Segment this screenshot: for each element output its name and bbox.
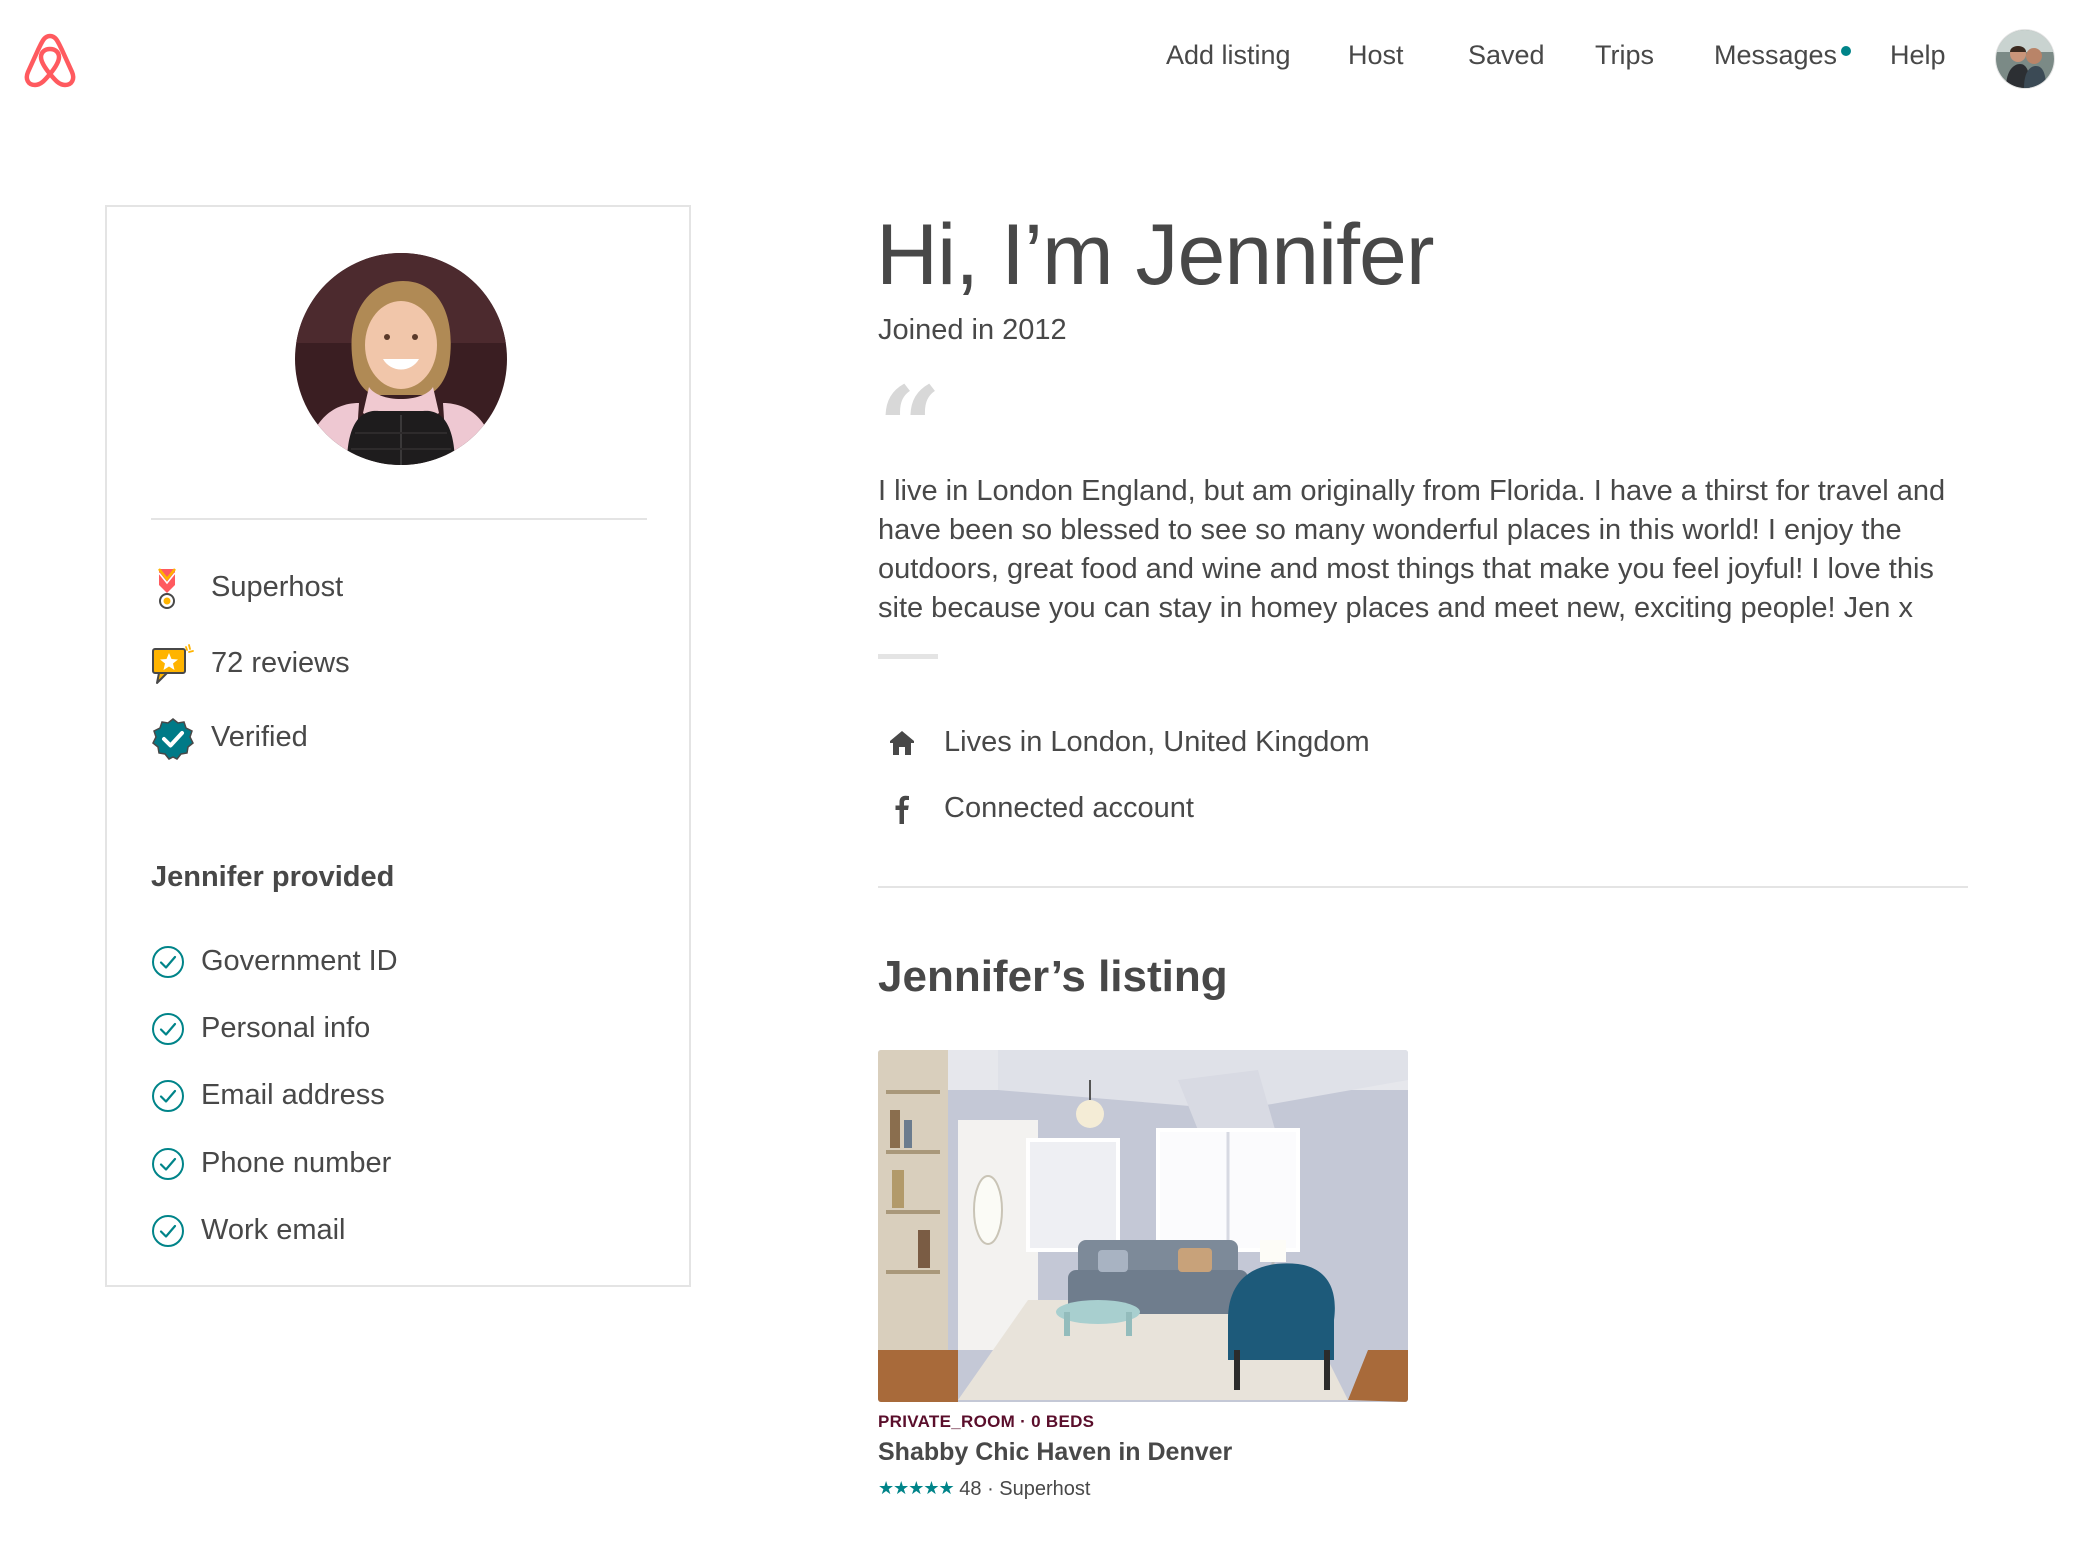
home-icon (888, 728, 916, 758)
provided-email-address: Email address (201, 1079, 385, 1111)
check-circle-icon (151, 1147, 185, 1181)
airbnb-logo-icon[interactable] (22, 30, 78, 90)
top-nav-bar: Add listing Host Saved Trips Messages He… (0, 0, 2088, 120)
joined-date: Joined in 2012 (878, 314, 1067, 346)
superhost-label: Superhost (211, 571, 344, 603)
listing-type: PRIVATE_ROOM · 0 BEDS (878, 1412, 1095, 1431)
check-circle-icon (151, 1079, 185, 1113)
provided-personal-info: Personal info (201, 1012, 371, 1044)
page-title: Hi, I’m Jennifer (876, 207, 1434, 303)
nav-host[interactable]: Host (1348, 40, 1404, 80)
superhost-medal-icon (151, 567, 195, 611)
listings-heading: Jennifer’s listing (878, 952, 1228, 1001)
connected-account-label: Connected account (944, 792, 1194, 824)
nav-help[interactable]: Help (1890, 40, 1946, 80)
nav-saved[interactable]: Saved (1468, 40, 1545, 80)
user-avatar[interactable] (1996, 30, 2054, 88)
listing-rating: ★★★★★ 48 · Superhost (878, 1478, 1090, 1504)
provided-work-email: Work email (201, 1214, 346, 1246)
nav-trips[interactable]: Trips (1595, 40, 1654, 80)
check-circle-icon (151, 1214, 185, 1248)
messages-notification-dot (1841, 46, 1851, 56)
short-divider (878, 654, 938, 659)
listing-title[interactable]: Shabby Chic Haven in Denver (878, 1438, 1232, 1467)
reviews-star-bubble-icon (151, 643, 195, 687)
check-circle-icon (151, 945, 185, 979)
verified-shield-icon (151, 717, 195, 761)
check-circle-icon (151, 1012, 185, 1046)
listing-card[interactable]: PRIVATE_ROOM · 0 BEDS Shabby Chic Haven … (878, 1050, 1408, 1510)
location-label: Lives in London, United Kingdom (944, 726, 1370, 758)
rating-stars-icon: ★★★★★ (878, 1478, 955, 1498)
verified-label: Verified (211, 721, 308, 753)
facebook-icon (888, 794, 916, 824)
profile-photo (295, 253, 507, 465)
reviews-count-label: 72 reviews (211, 647, 350, 679)
provided-government-id: Government ID (201, 945, 398, 977)
rating-suffix: · Superhost (987, 1478, 1091, 1500)
provided-title: Jennifer provided (151, 861, 395, 893)
profile-card: Superhost 72 reviews Verified Jennifer p… (105, 205, 691, 1287)
nav-messages[interactable]: Messages (1714, 40, 1837, 80)
section-divider (878, 886, 1968, 888)
quote-mark-icon: “ (878, 362, 942, 491)
rating-count: 48 (959, 1478, 982, 1500)
about-text: I live in London England, but am origina… (878, 475, 1946, 624)
provided-phone-number: Phone number (201, 1147, 392, 1179)
listing-photo[interactable] (878, 1050, 1408, 1402)
card-divider (151, 518, 647, 520)
nav-add-listing[interactable]: Add listing (1166, 40, 1291, 80)
